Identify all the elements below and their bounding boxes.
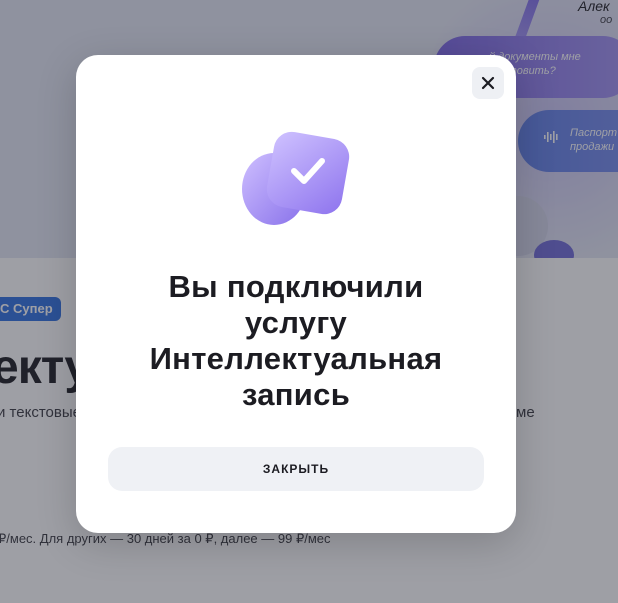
close-button[interactable] xyxy=(472,67,504,99)
checkmark-card-icon xyxy=(242,131,350,225)
dialog-title-line: Интеллектуальная xyxy=(149,341,443,376)
success-dialog: Вы подключили услугу Интеллектуальная за… xyxy=(76,55,516,533)
dialog-title-line: запись xyxy=(241,377,351,412)
dialog-title: Вы подключили услугу Интеллектуальная за… xyxy=(96,269,496,413)
close-dialog-button[interactable]: ЗАКРЫТЬ xyxy=(108,447,484,491)
close-icon xyxy=(481,76,495,90)
dialog-title-line: услугу xyxy=(244,305,348,340)
dialog-title-line: Вы подключили xyxy=(168,269,424,304)
